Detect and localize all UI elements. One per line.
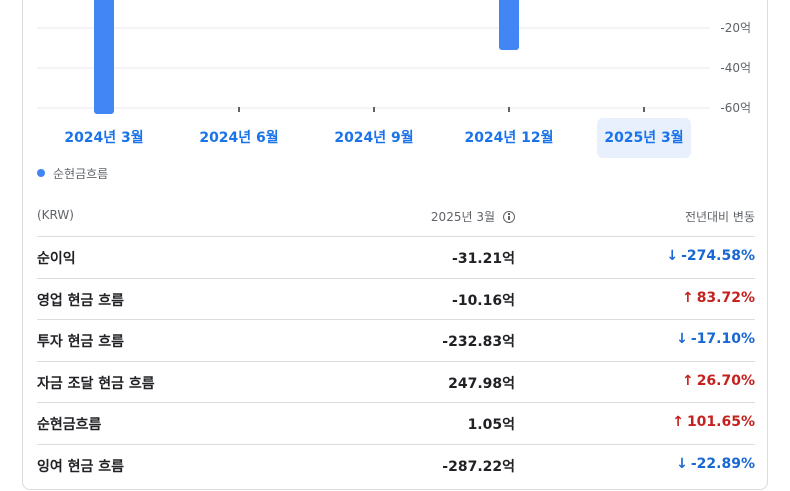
x-axis-label[interactable]: 2024년 12월 (462, 118, 556, 158)
row-name: 잉여 현금 흐름 (37, 458, 125, 475)
row-value: -10.16억 (452, 292, 515, 309)
y-tick-label: -20억 (720, 21, 751, 35)
row-change-value: -274.58% (681, 248, 755, 264)
row-change: ↓ -274.58% (666, 248, 755, 264)
row-change: ↓ -17.10% (676, 331, 755, 347)
row-name: 영업 현금 흐름 (37, 292, 125, 309)
unit-header: (KRW) (37, 208, 74, 222)
row-name: 투자 현금 흐름 (37, 334, 125, 350)
row-change: ↑ 26.70% (682, 373, 755, 389)
row-value: -287.22억 (442, 458, 515, 475)
arrow-down-icon: ↓ (666, 248, 679, 264)
row-change-value: 83.72% (696, 289, 755, 306)
row-value: -232.83억 (442, 334, 515, 350)
arrow-up-icon: ↑ (672, 414, 684, 430)
row-change: ↓ -22.89% (676, 456, 755, 472)
chart-x-axis-labels: 2024년 3월 2024년 6월 2024년 9월 2024년 12월 2025년 3… (0, 118, 790, 160)
period-header: 2025년 3월 (431, 208, 515, 225)
row-change: ↑ 83.72% (682, 290, 755, 306)
arrow-down-icon: ↓ (676, 331, 688, 347)
arrow-down-icon: ↓ (676, 455, 688, 472)
legend-dot-icon (37, 169, 45, 177)
y-tick-label: -40억 (720, 61, 751, 75)
table-row: 영업 현금 흐름 -10.16억 ↑ 83.72% (37, 279, 755, 320)
table-row: 순이익 -31.21억 ↓ -274.58% (37, 237, 755, 279)
arrow-up-icon: ↑ (681, 289, 694, 306)
row-name: 순이익 (37, 251, 76, 267)
row-change: ↑ 101.65% (672, 414, 755, 430)
row-value: -31.21억 (452, 251, 515, 267)
table-row: 자금 조달 현금 흐름 247.98억 ↑ 26.70% (37, 362, 755, 403)
info-icon[interactable] (503, 210, 515, 223)
table-row: 순현금흐름 1.05억 ↑ 101.65% (37, 403, 755, 445)
chart-legend: 순현금흐름 (37, 164, 108, 182)
row-change-value: 101.65% (686, 414, 755, 430)
legend-label: 순현금흐름 (53, 166, 109, 181)
bar-2024년 3월[interactable] (94, 0, 114, 114)
table-body: 순이익 -31.21억 ↓ -274.58% 영업 현금 흐름 -10.16억 ↑ 83.72… (37, 237, 755, 485)
table-row: 잉여 현금 흐름 -287.22억 ↓ -22.89% (37, 445, 755, 486)
table-row: 투자 현금 흐름 -232.83억 ↓ -17.10% (37, 320, 755, 362)
change-header: 전년대비 변동 (684, 210, 755, 224)
x-axis-label[interactable]: 2025년 3월 (597, 118, 691, 158)
y-tick-label: -60억 (720, 101, 751, 115)
row-value: 247.98억 (448, 375, 515, 392)
row-change-value: 26.70% (696, 372, 755, 389)
bar-2024년 12월[interactable] (499, 0, 519, 50)
x-axis-label[interactable]: 2024년 3월 (57, 118, 151, 158)
row-name: 자금 조달 현금 흐름 (37, 375, 155, 392)
arrow-up-icon: ↑ (681, 372, 694, 389)
cash-flow-chart: -20억 -40억 -60억 (37, 0, 751, 115)
x-axis-label[interactable]: 2024년 9월 (327, 118, 421, 158)
row-value: 1.05억 (467, 417, 515, 433)
row-change-value: -22.89% (690, 455, 755, 472)
table-header: (KRW) 2025년 3월 전년대비 변동 (37, 196, 755, 237)
row-change-value: -17.10% (690, 331, 755, 347)
cash-flow-table: (KRW) 2025년 3월 전년대비 변동 순이익 -31.21억 ↓ -274.5… (37, 196, 755, 485)
period-header-label: 2025년 3월 (430, 210, 495, 224)
row-name: 순현금흐름 (37, 417, 102, 433)
x-axis-label[interactable]: 2024년 6월 (192, 118, 286, 158)
